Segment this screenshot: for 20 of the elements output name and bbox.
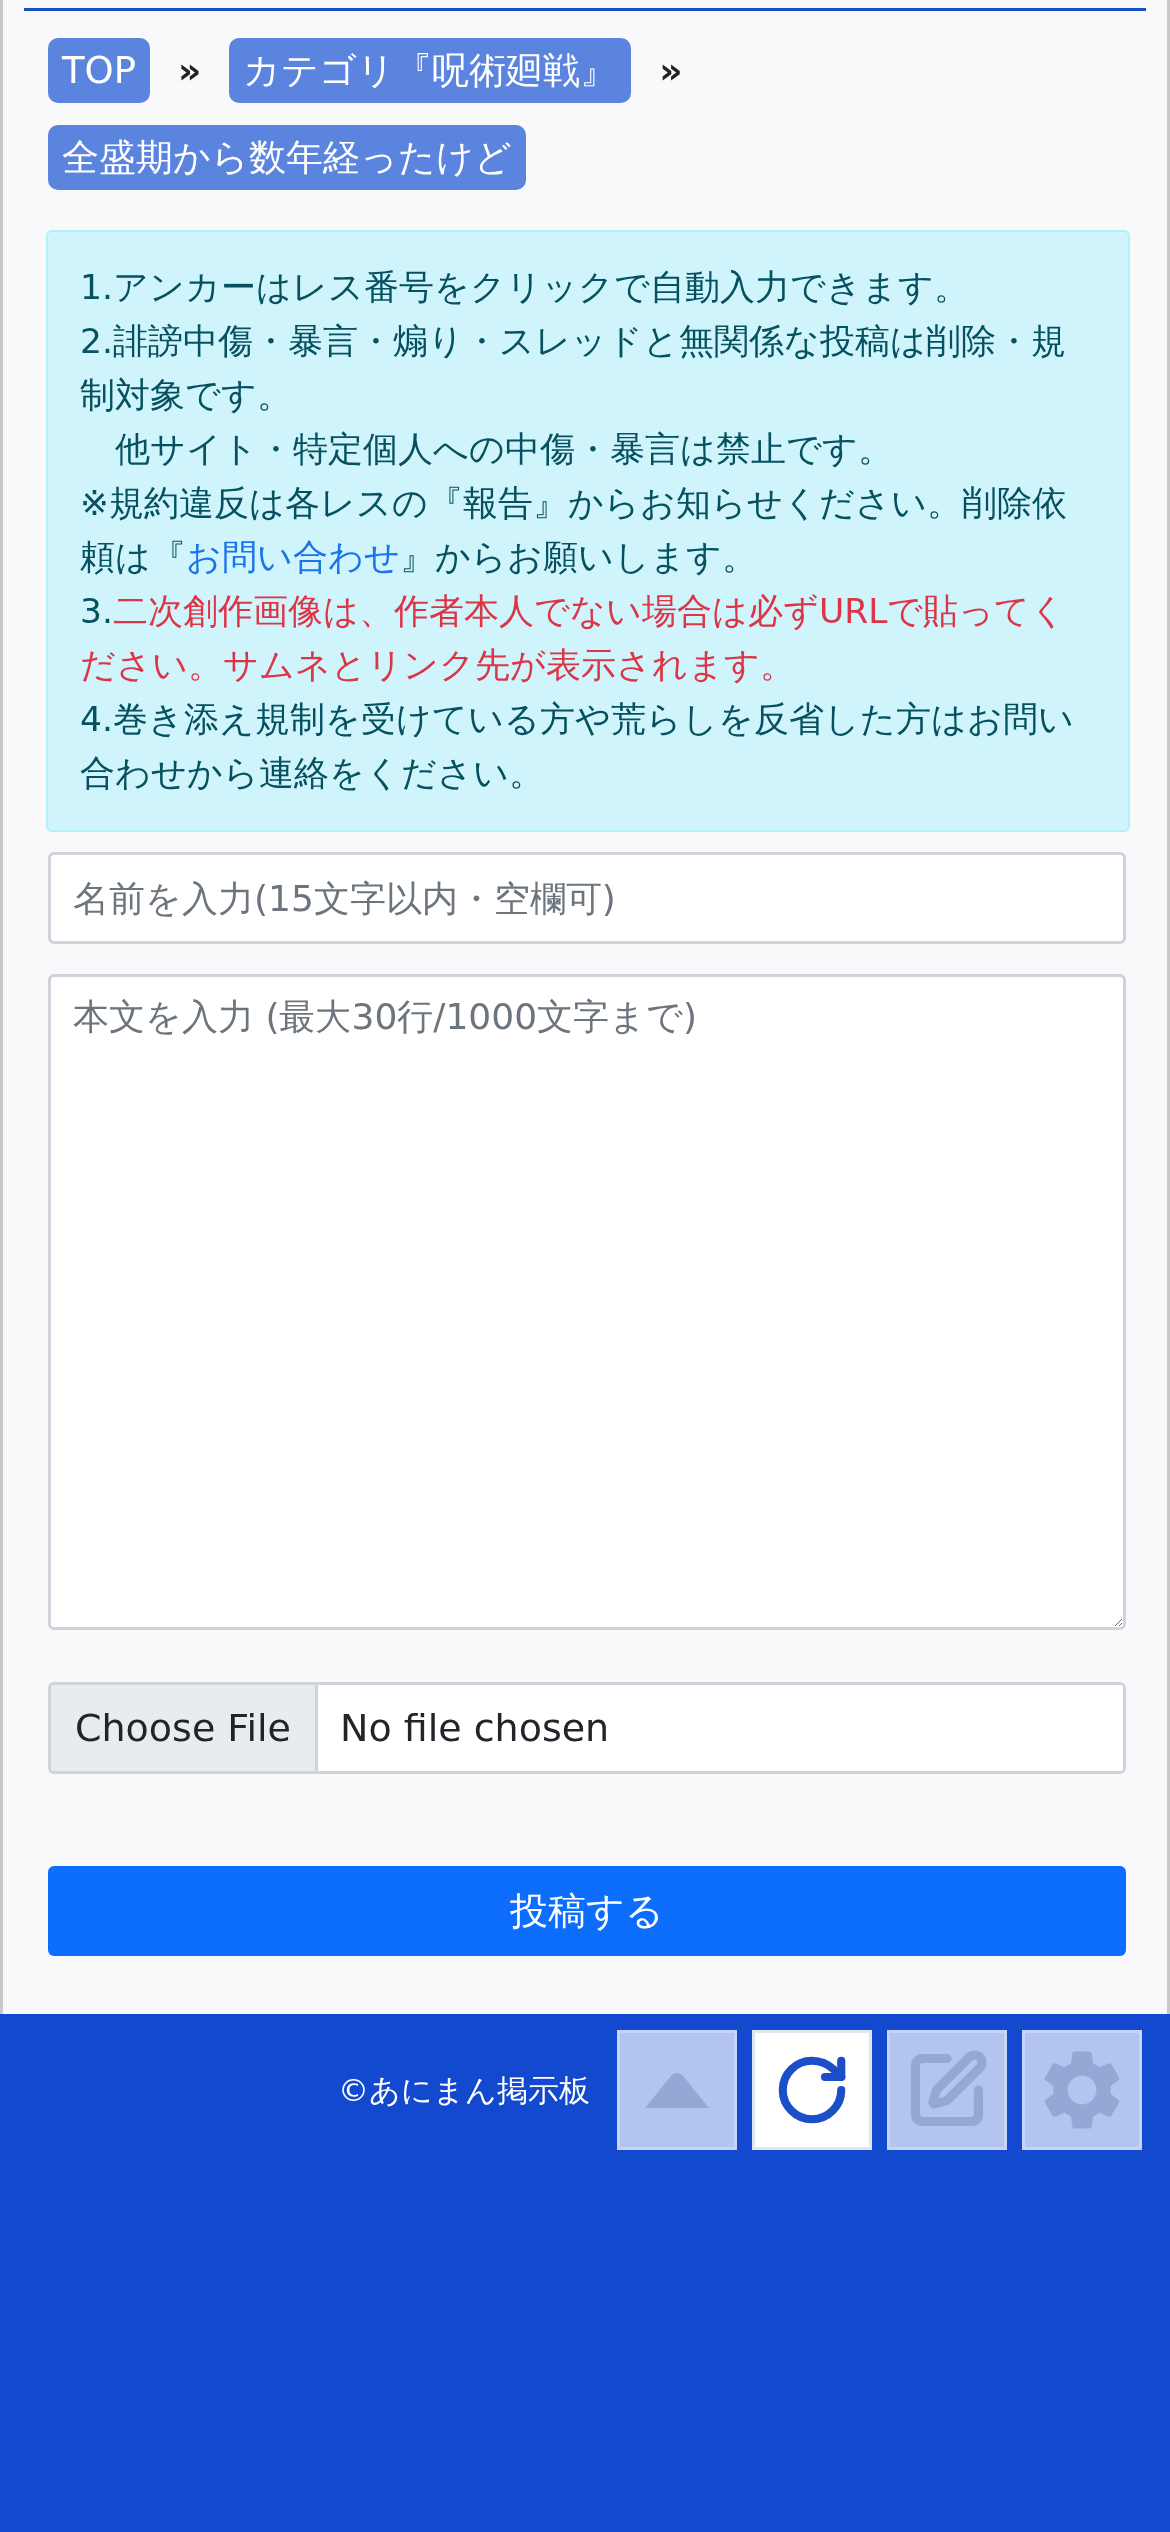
notice-text: 4.巻き添え規制を受けている方や荒らしを反省した方はお問い合わせから連絡をください。 xyxy=(80,698,1075,795)
breadcrumb-link[interactable]: 全盛期から数年経ったけど xyxy=(48,125,526,190)
breadcrumb-link[interactable]: TOP xyxy=(48,38,151,103)
name-field[interactable]: 名前を入力(15文字以内・空欄可) xyxy=(48,852,1126,944)
body-field[interactable]: 本文を入力 (最大30行/1000文字まで) xyxy=(48,974,1126,1630)
notice-text: 3.二次創作画像は、作者本人でない場合は必ずURLで貼ってください。サムネとリンク先が表示されます。 xyxy=(80,590,1068,687)
file-input[interactable]: Choose File No file chosen xyxy=(48,1682,1126,1774)
notice-text: ※規約違反は各レスの『報告』からお知らせください。削除依頼は『お問い合わせ』からお願いします。 xyxy=(80,482,1068,579)
submit-button[interactable]: 投稿する xyxy=(48,1866,1126,1956)
file-status: No file chosen xyxy=(338,1706,610,1750)
toolbar-button[interactable] xyxy=(752,2030,872,2150)
notice-text: 1.アンカーはレス番号をクリックで自動入力できます。 xyxy=(80,266,970,309)
copyright-text: ©あにまん掲示板 xyxy=(337,2071,590,2110)
breadcrumb-separator: » xyxy=(178,50,202,91)
choose-file-button[interactable]: Choose File xyxy=(51,1685,318,1771)
breadcrumb-link[interactable]: カテゴリ『呪術廻戦』 xyxy=(229,38,632,103)
notice-text: 2.誹謗中傷・暴言・煽り・スレッドと無関係な投稿は削除・規制対象です。 xyxy=(80,320,1067,417)
notice-text: 他サイト・特定個人への中傷・暴言は禁止です。 xyxy=(114,428,894,471)
breadcrumb-separator: » xyxy=(659,50,683,91)
contact-link[interactable]: お問い合わせ xyxy=(186,537,400,577)
